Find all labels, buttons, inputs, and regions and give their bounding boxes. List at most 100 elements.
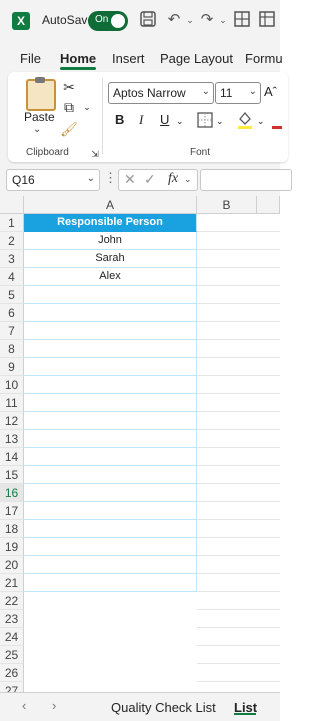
fill-color-icon[interactable] [237,110,253,130]
table-cell[interactable] [197,574,280,592]
table-icon[interactable] [233,11,251,29]
row-header[interactable]: 17 [0,502,24,520]
table-cell[interactable] [197,268,280,286]
row-header[interactable]: 21 [0,574,24,592]
table-cell[interactable] [197,358,280,376]
tab-formulas[interactable]: Formu [245,51,283,66]
row-header[interactable]: 14 [0,448,24,466]
paste-button[interactable]: Paste [24,110,55,124]
table-cell[interactable] [197,304,280,322]
table-cell[interactable] [24,286,197,304]
copy-icon[interactable]: ⧉ [60,98,78,116]
bold-button[interactable]: B [115,112,124,127]
font-color-icon[interactable] [270,110,282,130]
row-header[interactable]: 3 [0,250,24,268]
row-header[interactable]: 20 [0,556,24,574]
row-header[interactable]: 2 [0,232,24,250]
table-cell[interactable] [24,430,197,448]
cut-icon[interactable]: ✂ [60,78,78,96]
tab-home[interactable]: Home [60,51,96,66]
table-cell[interactable] [24,484,197,502]
row-header[interactable]: 24 [0,628,24,646]
table-cell[interactable] [197,628,280,646]
table-cell[interactable] [24,466,197,484]
tab-page-layout[interactable]: Page Layout [160,51,233,66]
table-cell[interactable] [197,232,280,250]
redo-dropdown-icon[interactable]: ⌄ [214,11,232,29]
row-header[interactable]: 5 [0,286,24,304]
row-header[interactable]: 26 [0,664,24,682]
grow-font-button[interactable]: Aˆ [264,84,277,99]
column-header-b[interactable]: B [197,196,257,214]
format-painter-quick-icon[interactable] [258,11,276,29]
chevron-down-icon[interactable]: ⌄ [184,174,192,185]
sheet-next-icon[interactable]: › [52,698,56,713]
table-cell[interactable] [24,502,197,520]
table-cell[interactable]: Alex [24,268,197,286]
table-cell[interactable] [24,358,197,376]
table-cell[interactable] [197,466,280,484]
table-header-cell[interactable]: Responsible Person [24,214,197,232]
table-cell[interactable] [24,520,197,538]
tab-file[interactable]: File [20,51,41,66]
row-header[interactable]: 9 [0,358,24,376]
row-header[interactable]: 10 [0,376,24,394]
table-cell[interactable] [197,250,280,268]
formula-input[interactable] [200,169,292,191]
format-painter-icon[interactable]: 🖌 [60,120,78,138]
table-cell[interactable] [197,430,280,448]
table-cell[interactable] [24,448,197,466]
row-header[interactable]: 13 [0,430,24,448]
sheet-tab-quality-check-list[interactable]: Quality Check List [111,700,216,715]
row-header[interactable]: 12 [0,412,24,430]
table-cell[interactable] [24,574,197,592]
row-header[interactable]: 7 [0,322,24,340]
sheet-prev-icon[interactable]: ‹ [22,698,26,713]
table-cell[interactable] [197,502,280,520]
table-cell[interactable] [24,556,197,574]
table-cell[interactable] [24,322,197,340]
table-cell[interactable] [197,538,280,556]
table-cell[interactable]: John [24,232,197,250]
table-cell[interactable] [197,592,280,610]
copy-dropdown-icon[interactable]: ⌄ [78,98,96,116]
table-cell[interactable] [24,538,197,556]
row-header[interactable]: 19 [0,538,24,556]
name-box[interactable]: Q16 ⌄ [6,169,100,191]
row-header[interactable]: 22 [0,592,24,610]
insert-function-button[interactable]: fx [168,171,178,187]
table-cell[interactable] [24,304,197,322]
table-cell[interactable] [24,394,197,412]
underline-button[interactable]: U [160,112,169,127]
column-header-a[interactable]: A [24,196,197,214]
row-header[interactable]: 16 [0,484,24,502]
row-header[interactable]: 11 [0,394,24,412]
table-cell[interactable] [197,394,280,412]
underline-dropdown-icon[interactable]: ⌄ [176,116,184,127]
table-cell[interactable] [197,412,280,430]
enter-icon[interactable]: ✓ [144,171,156,188]
autosave-toggle[interactable]: On [88,11,128,31]
table-cell[interactable]: Sarah [24,250,197,268]
italic-button[interactable]: I [139,112,143,128]
table-cell[interactable] [197,214,280,232]
row-header[interactable]: 6 [0,304,24,322]
font-name-select[interactable]: Aptos Narrow ⌄ [108,82,214,104]
row-header[interactable]: 8 [0,340,24,358]
undo-dropdown-icon[interactable]: ⌄ [181,11,199,29]
table-cell[interactable] [197,340,280,358]
row-header[interactable]: 25 [0,646,24,664]
cancel-icon[interactable]: ✕ [124,171,136,188]
borders-dropdown-icon[interactable]: ⌄ [216,116,224,127]
table-cell[interactable] [197,376,280,394]
table-cell[interactable] [24,412,197,430]
tab-insert[interactable]: Insert [112,51,145,66]
table-cell[interactable] [24,376,197,394]
table-cell[interactable] [197,484,280,502]
table-cell[interactable] [197,448,280,466]
font-size-select[interactable]: 11 ⌄ [215,82,261,104]
save-icon[interactable] [139,11,157,29]
row-header[interactable]: 1 [0,214,24,232]
paste-icon[interactable] [26,77,56,111]
table-cell[interactable] [197,556,280,574]
